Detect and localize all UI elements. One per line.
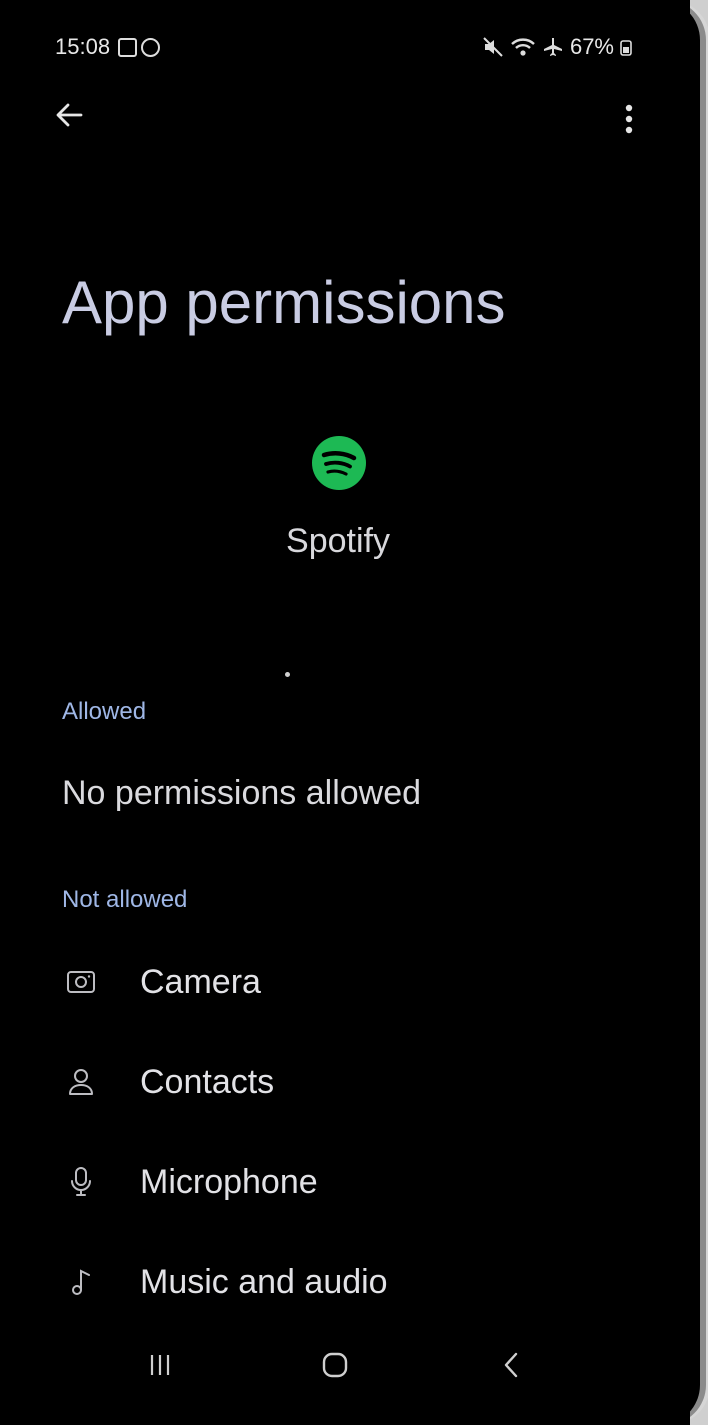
- battery-percent: 67%: [569, 34, 614, 59]
- music-note-icon: [56, 1267, 106, 1297]
- recents-button[interactable]: [142, 1335, 178, 1395]
- app-name: Spotify: [286, 522, 390, 560]
- permission-item-microphone[interactable]: Microphone: [56, 1146, 318, 1218]
- arrow-left-icon: [56, 103, 83, 127]
- status-right-icons: 67%: [482, 34, 632, 60]
- back-nav-button[interactable]: [492, 1335, 530, 1395]
- app-notification-icon: [141, 38, 160, 57]
- navigation-bar: [0, 1335, 690, 1395]
- section-header-allowed: Allowed: [62, 698, 147, 725]
- mute-icon: [483, 37, 503, 57]
- no-permissions-text: No permissions allowed: [62, 774, 422, 812]
- battery-icon: [620, 40, 632, 56]
- status-bar: 15:08 67%: [0, 34, 690, 64]
- status-notification-icons: [118, 36, 160, 62]
- home-button[interactable]: [313, 1335, 357, 1395]
- recents-icon: [150, 1355, 170, 1375]
- permission-label: Contacts: [140, 1062, 275, 1101]
- home-icon: [322, 1352, 348, 1378]
- permission-item-camera[interactable]: Camera: [56, 946, 261, 1018]
- permission-label: Music and audio: [140, 1262, 388, 1301]
- airplane-mode-icon: [543, 38, 562, 56]
- screen: 15:08 67% App permissions Spotify Allowe…: [0, 0, 690, 1425]
- microphone-icon: [56, 1166, 106, 1198]
- wifi-icon: [511, 38, 535, 56]
- page-indicator-dot: [285, 672, 290, 677]
- chevron-left-icon: [504, 1352, 518, 1378]
- permission-label: Camera: [140, 962, 261, 1001]
- more-options-button[interactable]: [612, 85, 646, 153]
- more-vert-icon: [625, 104, 633, 134]
- section-header-not-allowed: Not allowed: [62, 886, 188, 913]
- spotify-logo-icon: [312, 436, 366, 490]
- checkbox-notification-icon: [118, 38, 137, 57]
- back-button[interactable]: [40, 85, 98, 145]
- person-icon: [56, 1067, 106, 1097]
- camera-icon: [56, 969, 106, 995]
- permission-item-contacts[interactable]: Contacts: [56, 1046, 274, 1118]
- permission-item-music-and-audio[interactable]: Music and audio: [56, 1246, 388, 1318]
- status-time: 15:08: [55, 34, 111, 59]
- page-title: App permissions: [62, 269, 506, 336]
- permission-label: Microphone: [140, 1162, 318, 1201]
